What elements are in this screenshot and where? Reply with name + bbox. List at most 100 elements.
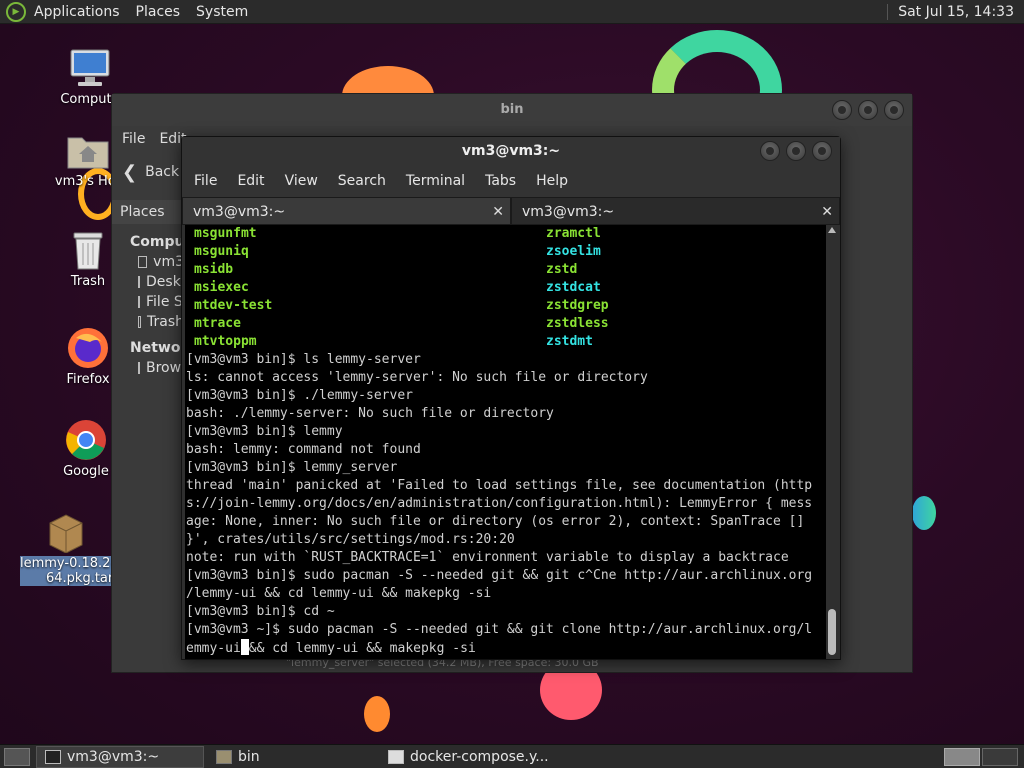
taskbar-item-editor[interactable]: docker-compose.y... (380, 746, 580, 768)
terminal-line: age: None, inner: No such file or direct… (186, 514, 805, 529)
terminal-line: [vm3@vm3 ~]$ sudo pacman -S --needed git… (186, 622, 813, 637)
ls-entry: zstdcat (546, 280, 601, 295)
back-button[interactable]: Back (145, 164, 179, 180)
term-menu-terminal[interactable]: Terminal (406, 173, 475, 189)
sidebar-item-filesystem[interactable]: File System (112, 292, 226, 312)
folder-icon (216, 749, 232, 764)
terminal-tabbar: vm3@vm3:~ ✕ vm3@vm3:~ ✕ (182, 197, 840, 225)
ls-entry: zstdgrep (546, 298, 609, 313)
ls-row: mtrace zstdless (186, 315, 827, 333)
terminal-tab-1[interactable]: vm3@vm3:~ ✕ (182, 197, 511, 225)
terminal-line: thread 'main' panicked at 'Failed to loa… (186, 478, 813, 493)
menu-applications[interactable]: Applications (26, 0, 128, 24)
sidebar-item-browse-network[interactable]: Browse (112, 358, 197, 378)
ls-entry: zsoelim (546, 244, 601, 259)
sidebar-item-desktop[interactable]: Desktop (112, 272, 204, 292)
network-icon (138, 362, 140, 374)
ls-listing: msgunfmt zramctl msguniq zsoelim msidb zstd ms… (186, 225, 827, 351)
file-manager-titlebar[interactable]: bin (112, 94, 912, 126)
desktop-icon-label: lemmy-0.18.2- (20, 556, 112, 571)
show-desktop-icon[interactable] (4, 747, 30, 766)
ls-entry: zstd (546, 262, 578, 277)
term-menu-tabs[interactable]: Tabs (485, 173, 526, 189)
terminal-line: ls: cannot access 'lemmy-server': No suc… (186, 370, 648, 385)
home-icon (138, 256, 148, 268)
decor-teal-blob (912, 496, 936, 530)
desktop-icon-label-line2: 64.pkg.tar (20, 571, 112, 586)
ls-entry: mtvtoppm (194, 334, 257, 349)
terminal-line: [vm3@vm3 bin]$ lemmy_server (186, 460, 398, 475)
term-menu-help[interactable]: Help (536, 173, 578, 189)
ls-row: mtdev-test zstdgrep (186, 297, 827, 315)
term-menu-file[interactable]: File (194, 173, 227, 189)
ls-row: msidb zstd (186, 261, 827, 279)
terminal-icon (45, 749, 61, 764)
file-manager-title: bin (500, 102, 524, 117)
ls-entry: zstdmt (546, 334, 593, 349)
minimize-button[interactable] (760, 141, 780, 161)
ls-row: mtvtoppm zstdmt (186, 333, 827, 351)
terminal-screen[interactable]: msgunfmt zramctl msguniq zsoelim msidb zstd ms… (185, 225, 827, 659)
workspace-2[interactable] (982, 747, 1018, 766)
text-cursor (240, 639, 249, 655)
places-selector[interactable]: Places (112, 200, 182, 224)
close-button[interactable] (884, 100, 904, 120)
tab-close-icon[interactable]: ✕ (821, 198, 833, 226)
menu-places[interactable]: Places (128, 0, 189, 24)
terminal-output: [vm3@vm3 bin]$ ls lemmy-server ls: cannot… (186, 351, 827, 639)
ls-row: msgunfmt zramctl (186, 225, 827, 243)
maximize-button[interactable] (858, 100, 878, 120)
chrome-icon (64, 418, 108, 462)
terminal-line: note: run with `RUST_BACKTRACE=1` enviro… (186, 550, 789, 565)
package-icon (44, 510, 88, 554)
ls-row: msiexec zstdcat (186, 279, 827, 297)
terminal-tab-2[interactable]: vm3@vm3:~ ✕ (511, 197, 840, 225)
ls-entry: msgunfmt (194, 226, 257, 241)
ls-entry: mtrace (194, 316, 241, 331)
file-manager-window-controls (832, 100, 904, 120)
terminal-line: [vm3@vm3 bin]$ sudo pacman -S --needed g… (186, 568, 813, 583)
scrollbar-thumb[interactable] (828, 609, 836, 655)
ls-entry: zstdless (546, 316, 609, 331)
top-panel: ▶ Applications Places System Sat Jul 15,… (0, 0, 1024, 24)
term-menu-edit[interactable]: Edit (237, 173, 274, 189)
maximize-button[interactable] (786, 141, 806, 161)
mate-logo-icon[interactable]: ▶ (6, 1, 26, 22)
workspace-switcher[interactable] (944, 747, 1018, 766)
term-menu-view[interactable]: View (285, 173, 328, 189)
taskbar-item-terminal[interactable]: vm3@vm3:~ (36, 745, 204, 768)
terminal-titlebar[interactable]: vm3@vm3:~ (182, 137, 840, 165)
fm-menu-file[interactable]: File (122, 131, 145, 147)
terminal-menubar: File Edit View Search Terminal Tabs Help (182, 165, 840, 197)
ls-entry: msiexec (194, 280, 249, 295)
terminal-title: vm3@vm3:~ (461, 143, 561, 159)
trash-small-icon (138, 316, 141, 328)
back-arrow-icon[interactable]: ❮ (122, 162, 137, 183)
term-menu-search[interactable]: Search (338, 173, 396, 189)
terminal-line: bash: ./lemmy-server: No such file or di… (186, 406, 554, 421)
home-folder-icon (66, 128, 110, 172)
taskbar-item-bin[interactable]: bin (208, 746, 376, 768)
ls-row: msguniq zsoelim (186, 243, 827, 261)
minimize-button[interactable] (832, 100, 852, 120)
ls-entry: msidb (194, 262, 234, 277)
sidebar-item-home[interactable]: vm3 (112, 252, 184, 272)
terminal-line: /lemmy-ui && cd lemmy-ui && makepkg -si (186, 586, 492, 601)
terminal-window-controls (760, 141, 832, 161)
terminal-line-current: emmy-ui && cd lemmy-ui && makepkg -si (186, 639, 476, 656)
terminal-line: [vm3@vm3 bin]$ cd ~ (186, 604, 335, 619)
firefox-icon (66, 326, 110, 370)
sidebar-section-network: Network (130, 340, 197, 356)
terminal-window[interactable]: vm3@vm3:~ File Edit View Search Terminal… (181, 136, 841, 660)
terminal-line: }', crates/utils/src/settings/mod.rs:20:… (186, 532, 515, 547)
sidebar-item-trash[interactable]: Trash (112, 312, 184, 332)
terminal-line: s://join-lemmy.org/docs/en/administratio… (186, 496, 813, 511)
close-button[interactable] (812, 141, 832, 161)
terminal-scrollbar[interactable] (826, 225, 838, 659)
workspace-1[interactable] (944, 747, 980, 766)
menu-system[interactable]: System (188, 0, 256, 24)
clock[interactable]: Sat Jul 15, 14:33 (887, 3, 1024, 20)
desktop-icon-lemmy-package[interactable]: lemmy-0.18.2- 64.pkg.tar (20, 510, 112, 586)
tab-close-icon[interactable]: ✕ (492, 198, 504, 226)
scroll-up-arrow-icon[interactable] (828, 227, 836, 233)
